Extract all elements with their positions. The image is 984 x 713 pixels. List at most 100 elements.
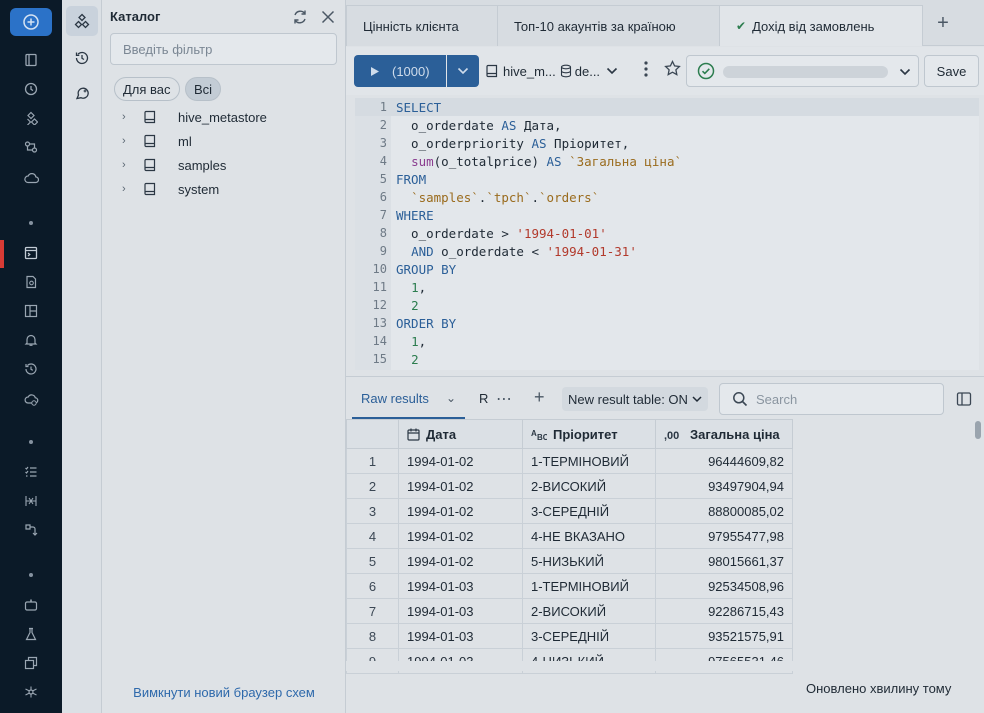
compute-icon[interactable] (21, 168, 41, 188)
cell-priority[interactable]: 3-СЕРЕДНІЙ (522, 623, 656, 649)
recents-icon[interactable] (21, 79, 41, 99)
close-icon[interactable] (319, 8, 339, 28)
cell-date[interactable]: 1994-01-02 (398, 498, 523, 524)
run-button[interactable]: (1000) (354, 55, 446, 87)
tab-top10-accounts[interactable]: Топ-10 акаунтів за країною (497, 5, 720, 46)
alerts-icon[interactable] (21, 330, 41, 350)
more-tabs-icon[interactable]: ⋯ (496, 389, 512, 409)
tree-item-system[interactable]: › system (122, 179, 219, 199)
chevron-right-icon[interactable]: › (122, 111, 134, 123)
new-button[interactable] (10, 8, 52, 36)
vertical-scrollbar[interactable] (975, 421, 981, 439)
cell-priority[interactable]: 2-ВИСОКИЙ (522, 473, 656, 499)
cell-total-price[interactable]: 93521575,91 (655, 623, 793, 649)
line-number: 9 (379, 244, 387, 258)
ingestion-icon[interactable] (21, 520, 41, 540)
catalog-icon[interactable] (21, 108, 41, 128)
new-result-table-toggle[interactable]: New result table: ON (562, 387, 708, 411)
playground-icon[interactable] (21, 595, 41, 615)
more-options-icon[interactable] (644, 61, 648, 82)
table-row[interactable]: 1 1994-01-02 1-ТЕРМІНОВИЙ 96444609,82 (346, 448, 793, 474)
results-search-input[interactable]: Search (719, 383, 944, 415)
cell-date[interactable]: 1994-01-02 (398, 448, 523, 474)
add-tab-icon[interactable]: + (932, 12, 954, 34)
queries-icon[interactable] (21, 272, 41, 292)
table-row[interactable]: 4 1994-01-02 4-НЕ ВКАЗАНО 97955477,98 (346, 523, 793, 549)
table-row[interactable]: 3 1994-01-02 3-СЕРЕДНІЙ 88800085,02 (346, 498, 793, 524)
catalog-db-icon (486, 64, 498, 78)
table-row[interactable]: 7 1994-01-03 2-ВИСОКИЙ 92286715,43 (346, 598, 793, 624)
warehouse-selector[interactable] (686, 55, 919, 87)
workflows-icon[interactable] (21, 137, 41, 157)
svg-text:,00: ,00 (664, 430, 679, 441)
raw-results-tab[interactable]: Raw results (361, 391, 429, 406)
table-row[interactable]: 6 1994-01-03 1-ТЕРМІНОВИЙ 92534508,96 (346, 573, 793, 599)
cell-total-price[interactable]: 96444609,82 (655, 448, 793, 474)
cell-priority[interactable]: 2-ВИСОКИЙ (522, 598, 656, 624)
column-header-date[interactable]: Дата (398, 419, 523, 449)
run-limit-label: (1000) (392, 63, 430, 79)
line-number: 13 (372, 316, 387, 330)
column-header-priority[interactable]: A BC Пріоритет (522, 419, 656, 449)
chevron-right-icon[interactable]: › (122, 159, 134, 171)
cell-priority[interactable]: 5-НИЗЬКИЙ (522, 548, 656, 574)
tab-customer-value[interactable]: Цінність клієнта (346, 5, 498, 46)
table-row[interactable]: 5 1994-01-02 5-НИЗЬКИЙ 98015661,37 (346, 548, 793, 574)
chevron-down-icon[interactable]: ⌄ (446, 391, 456, 405)
cell-priority[interactable]: 3-СЕРЕДНІЙ (522, 498, 656, 524)
chevron-right-icon[interactable]: › (122, 183, 134, 195)
dashboards-icon[interactable] (21, 301, 41, 321)
run-options-button[interactable] (447, 55, 479, 87)
new-result-table-label: New result table: ON (568, 391, 688, 407)
tree-item-ml[interactable]: › ml (122, 131, 192, 151)
cell-date[interactable]: 1994-01-03 (398, 598, 523, 624)
workspace-icon[interactable] (21, 50, 41, 70)
column-header-total-price[interactable]: ,00 Загальна ціна (655, 419, 793, 449)
chevron-right-icon[interactable]: › (122, 135, 134, 147)
cell-total-price[interactable]: 97955477,98 (655, 523, 793, 549)
experiments-icon[interactable] (21, 624, 41, 644)
pill-all[interactable]: Всі (185, 77, 222, 101)
jobs-icon[interactable] (21, 462, 41, 482)
models-icon[interactable] (21, 682, 41, 702)
cell-priority[interactable]: 1-ТЕРМІНОВИЙ (522, 448, 656, 474)
table-row[interactable]: 2 1994-01-02 2-ВИСОКИЙ 93497904,94 (346, 473, 793, 499)
pipelines-icon[interactable] (21, 491, 41, 511)
cell-total-price[interactable]: 93497904,94 (655, 473, 793, 499)
add-visualization-icon[interactable]: + (534, 387, 545, 408)
favorite-star-icon[interactable] (664, 59, 681, 82)
side-panel-toggle-icon[interactable] (956, 391, 972, 407)
catalog-browser-tab[interactable] (66, 6, 98, 36)
cell-total-price[interactable]: 98015661,37 (655, 548, 793, 574)
save-button[interactable]: Save (924, 55, 979, 87)
pill-for-you[interactable]: Для вас (114, 77, 180, 101)
cell-total-price[interactable]: 92286715,43 (655, 598, 793, 624)
disable-new-schema-browser-link[interactable]: Вимкнути новий браузер схем (102, 685, 346, 700)
second-results-tab[interactable]: R (479, 391, 488, 406)
sql-warehouses-icon[interactable] (21, 389, 41, 409)
cell-priority[interactable]: 1-ТЕРМІНОВИЙ (522, 573, 656, 599)
refresh-icon[interactable] (291, 8, 311, 28)
sql-code-editor[interactable]: 1 SELECT 2 o_orderdate AS Дата, 3 o_order… (355, 98, 979, 370)
cell-date[interactable]: 1994-01-02 (398, 548, 523, 574)
cell-date[interactable]: 1994-01-03 (398, 573, 523, 599)
table-row[interactable]: 8 1994-01-03 3-СЕРЕДНІЙ 93521575,91 (346, 623, 793, 649)
history-tab[interactable] (66, 43, 98, 73)
features-icon[interactable] (21, 653, 41, 673)
cell-date[interactable]: 1994-01-02 (398, 523, 523, 549)
cell-total-price[interactable]: 92534508,96 (655, 573, 793, 599)
active-indicator (0, 240, 4, 268)
cell-date[interactable]: 1994-01-03 (398, 623, 523, 649)
sql-editor-icon[interactable] (21, 243, 41, 263)
tree-item-hive-metastore[interactable]: › hive_metastore (122, 107, 267, 127)
filter-input[interactable]: Введіть фільтр (110, 33, 337, 65)
cell-priority[interactable]: 4-НЕ ВКАЗАНО (522, 523, 656, 549)
catalog-schema-selector[interactable]: hive_m... de... (486, 55, 618, 87)
query-history-icon[interactable] (21, 359, 41, 379)
tab-order-revenue[interactable]: ✔ Дохід від замовлень (719, 5, 923, 46)
tree-item-samples[interactable]: › samples (122, 155, 226, 175)
tree-item-label: hive_metastore (178, 109, 267, 125)
cell-total-price[interactable]: 88800085,02 (655, 498, 793, 524)
cell-date[interactable]: 1994-01-02 (398, 473, 523, 499)
assistant-tab[interactable] (66, 79, 98, 109)
